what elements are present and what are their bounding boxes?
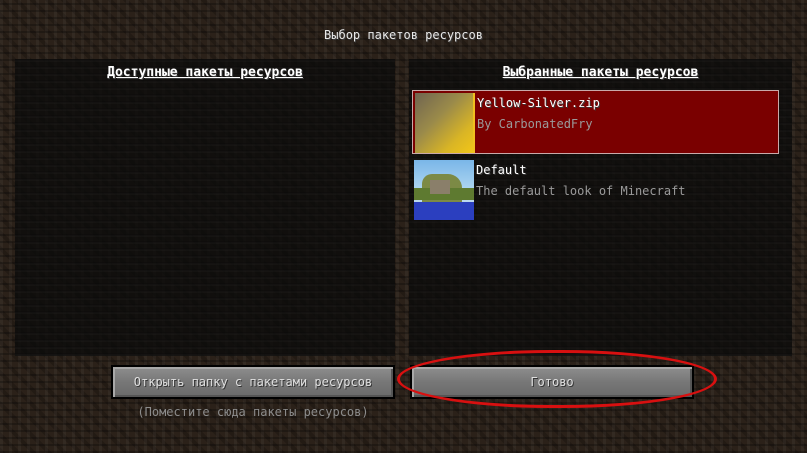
- open-pack-folder-button[interactable]: Открыть папку с пакетами ресурсов: [111, 365, 395, 399]
- screen-title: Выбор пакетов ресурсов: [324, 28, 483, 42]
- pack-description: The default look of Minecraft: [476, 184, 686, 198]
- pack-thumbnail: [414, 160, 474, 220]
- pack-name: Yellow-Silver.zip: [477, 96, 600, 110]
- selected-packs-header: Выбранные пакеты ресурсов: [502, 65, 699, 80]
- pack-item-yellow-silver[interactable]: Yellow-Silver.zip By CarbonatedFry: [412, 90, 779, 154]
- pack-thumbnail: [415, 93, 475, 153]
- available-packs-header: Доступные пакеты ресурсов: [107, 65, 303, 80]
- selected-packs-panel[interactable]: Выбранные пакеты ресурсов Yellow-Silver.…: [409, 59, 792, 356]
- thumbnail-water: [414, 202, 474, 220]
- drop-hint-text: (Поместите сюда пакеты ресурсов): [137, 405, 369, 419]
- thumbnail-rock: [430, 180, 450, 194]
- done-button[interactable]: Готово: [410, 365, 694, 399]
- pack-name: Default: [476, 163, 527, 177]
- pack-item-default[interactable]: Default The default look of Minecraft: [412, 158, 779, 222]
- pack-description: By CarbonatedFry: [477, 117, 593, 131]
- available-packs-panel[interactable]: Доступные пакеты ресурсов: [15, 59, 395, 356]
